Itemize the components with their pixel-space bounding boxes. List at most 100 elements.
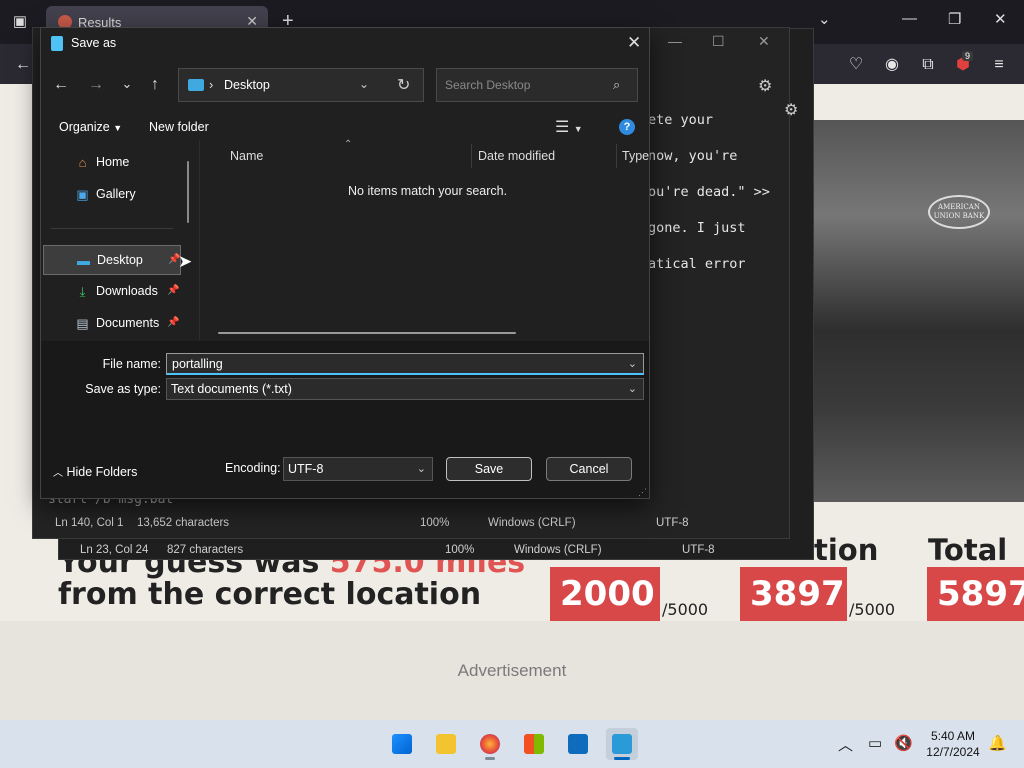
notifications-bell-icon[interactable]: 🔔 xyxy=(988,734,1007,752)
column-separator[interactable] xyxy=(616,144,617,168)
notepad-maximize-icon[interactable]: ☐ xyxy=(712,33,725,50)
nav-item-documents[interactable]: ▤ Documents 📌 xyxy=(43,309,181,339)
notepad-icon xyxy=(51,36,63,51)
save-as-type-select[interactable]: Text documents (*.txt) ⌄ xyxy=(166,378,644,400)
file-name-input[interactable] xyxy=(167,354,617,374)
location-photo xyxy=(790,120,1024,502)
hide-folders-label: Hide Folders xyxy=(66,465,138,479)
notepad-taskbar-button[interactable] xyxy=(606,728,638,760)
save-as-type-label: Save as type: xyxy=(85,382,161,396)
nav-item-home[interactable]: ⌂ Home xyxy=(43,148,181,178)
pocket-icon[interactable]: ♡ xyxy=(845,54,867,76)
show-hidden-icons-chevron-icon[interactable]: ︿ xyxy=(838,734,853,755)
resize-grip-icon[interactable]: ⋰ xyxy=(638,487,647,498)
address-history-chevron-icon[interactable]: ⌄ xyxy=(359,77,369,91)
text-line[interactable]: now, you're xyxy=(648,148,737,164)
help-icon[interactable]: ? xyxy=(619,119,635,135)
outlook-new-icon xyxy=(568,734,588,754)
close-window-icon[interactable]: ✕ xyxy=(994,10,1007,28)
view-options-icon[interactable]: ☰ ▼ xyxy=(555,117,583,137)
nav-divider xyxy=(51,228,173,229)
save-button[interactable]: Save xyxy=(446,457,532,481)
system-clock[interactable]: 5:40 AM 12/7/2024 xyxy=(920,728,986,760)
new-folder-button[interactable]: New folder xyxy=(149,120,209,134)
dialog-close-icon[interactable]: ✕ xyxy=(627,33,641,53)
cancel-button[interactable]: Cancel xyxy=(546,457,632,481)
status-characters: 13,652 characters xyxy=(137,517,230,529)
total-score-label: Total xyxy=(928,533,1008,567)
up-arrow-icon[interactable]: ↑ xyxy=(145,76,165,94)
forward-arrow-icon[interactable]: → xyxy=(86,76,106,94)
pane-splitter[interactable] xyxy=(199,140,200,340)
start-button[interactable] xyxy=(386,728,418,760)
address-text[interactable]: Desktop xyxy=(224,78,270,92)
text-line[interactable]: ete your xyxy=(648,112,713,128)
notepad-close-icon[interactable]: ✕ xyxy=(758,33,770,50)
address-bar[interactable]: › Desktop ⌄ ↻ xyxy=(178,68,424,102)
home-icon: ⌂ xyxy=(78,155,87,170)
pin-icon[interactable]: 📌 xyxy=(167,317,179,328)
column-header-type[interactable]: Type xyxy=(622,149,649,163)
notepad-icon xyxy=(612,734,632,754)
text-line[interactable]: ou're dead." >> xyxy=(648,184,770,200)
horizontal-scrollbar[interactable] xyxy=(218,332,516,334)
menu-icon[interactable]: ≡ xyxy=(988,54,1010,76)
file-explorer-button[interactable] xyxy=(430,728,462,760)
nav-item-desktop[interactable]: ▬ Desktop 📌 xyxy=(43,245,181,275)
back-icon[interactable]: ← xyxy=(12,54,34,76)
desktop-folder-icon: ▬ xyxy=(77,253,90,268)
organize-button[interactable]: Organize ▼ xyxy=(59,120,122,134)
bank-sign: AMERICAN UNION BANK xyxy=(928,195,990,229)
nav-item-downloads[interactable]: ⤓ Downloads 📌 xyxy=(43,277,181,307)
breadcrumb-chevron-icon[interactable]: › xyxy=(209,77,213,92)
maximize-icon[interactable]: ❐ xyxy=(948,10,961,28)
extensions-icon[interactable]: ⧉ xyxy=(917,54,939,76)
nav-item-gallery[interactable]: ▣ Gallery xyxy=(43,180,181,210)
text-line[interactable]: atical error xyxy=(648,256,746,272)
status-line-ending: Windows (CRLF) xyxy=(514,544,602,556)
tab-list-icon[interactable]: ▣ xyxy=(10,12,30,32)
settings-gear-icon[interactable]: ⚙ xyxy=(784,100,798,120)
nav-item-label: Home xyxy=(96,155,130,169)
extension-badge: 9 xyxy=(962,51,974,61)
hide-folders-button[interactable]: ︿ Hide Folders xyxy=(53,464,137,479)
list-all-tabs-icon[interactable]: ⌄ xyxy=(818,10,831,28)
search-icon[interactable]: ⌕ xyxy=(613,77,620,93)
text-line[interactable]: gone. I just xyxy=(648,220,746,236)
chevron-down-icon[interactable]: ⌄ xyxy=(628,382,637,395)
file-name-combobox[interactable]: ⌄ xyxy=(166,353,644,375)
recent-locations-chevron-icon[interactable]: ⌄ xyxy=(117,76,137,92)
account-icon[interactable]: ◉ xyxy=(881,54,903,76)
status-position: Ln 140, Col 1 xyxy=(55,517,124,529)
dialog-footer: File name: ⌄ Save as type: Text document… xyxy=(41,341,649,498)
display-icon[interactable]: ▭ xyxy=(868,734,882,752)
firefox-button[interactable] xyxy=(474,728,506,760)
guess-distance-line-2: from the correct location xyxy=(58,577,482,612)
clock-time: 5:40 AM xyxy=(930,729,976,743)
outlook-button[interactable] xyxy=(562,728,594,760)
column-header-name[interactable]: Name xyxy=(230,149,263,163)
volume-muted-icon[interactable]: 🔇 xyxy=(894,734,913,752)
location-score-label: tion xyxy=(814,533,879,567)
status-characters: 827 characters xyxy=(167,544,244,556)
minimize-icon[interactable]: — xyxy=(902,10,917,27)
search-input[interactable] xyxy=(437,69,612,101)
encoding-select[interactable]: UTF-8 ⌄ xyxy=(283,457,433,481)
dialog-title: Save as xyxy=(71,36,117,50)
microsoft-store-icon xyxy=(524,734,544,754)
column-separator[interactable] xyxy=(471,144,472,168)
back-arrow-icon[interactable]: ← xyxy=(51,76,71,94)
chevron-down-icon[interactable]: ⌄ xyxy=(417,462,426,475)
refresh-icon[interactable]: ↻ xyxy=(397,75,410,95)
search-box[interactable]: ⌕ xyxy=(436,68,638,102)
nav-scrollbar[interactable] xyxy=(187,161,189,223)
pin-icon[interactable]: 📌 xyxy=(167,285,179,296)
column-header-date-modified[interactable]: Date modified xyxy=(478,149,555,163)
notepad-minimize-icon[interactable]: — xyxy=(668,33,682,49)
save-as-type-value: Text documents (*.txt) xyxy=(171,382,292,396)
settings-gear-icon[interactable]: ⚙ xyxy=(758,76,772,96)
status-zoom: 100% xyxy=(420,517,450,529)
organize-label: Organize xyxy=(59,120,110,134)
microsoft-store-button[interactable] xyxy=(518,728,550,760)
chevron-down-icon[interactable]: ⌄ xyxy=(628,357,637,370)
